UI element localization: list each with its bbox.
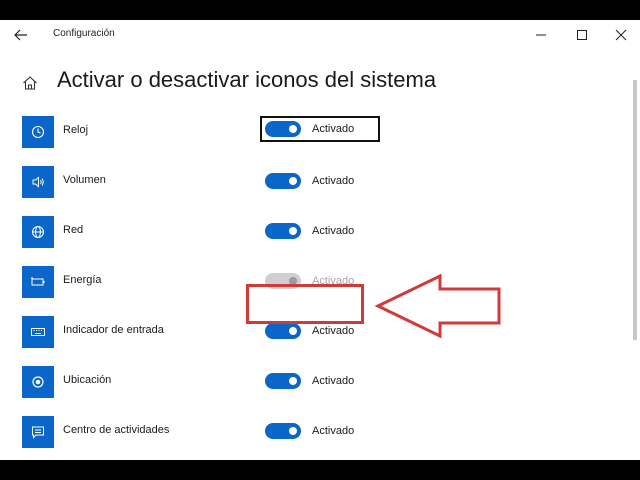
home-icon [23, 76, 37, 90]
icon-tile [22, 216, 54, 248]
minimize-icon [536, 34, 546, 36]
battery-icon [31, 277, 45, 286]
red-arrow-annotation [374, 273, 501, 339]
app-title: Configuración [53, 28, 115, 39]
page-header: Activar o desactivar iconos del sistema [0, 64, 600, 100]
title-bar: Configuración [0, 20, 640, 50]
item-label: Reloj [63, 124, 89, 136]
list-item-reloj: Reloj Activado [0, 116, 600, 150]
icon-tile [22, 366, 54, 398]
red-toggle[interactable]: Activado [262, 219, 380, 243]
item-label: Indicador de entrada [63, 324, 164, 336]
settings-window: Configuración Activar o desactivar icono… [0, 20, 640, 460]
volume-icon [32, 176, 44, 188]
toggle-state-text: Activado [312, 425, 355, 437]
toggle-switch[interactable] [265, 173, 301, 189]
toggle-state-text: Activado [312, 325, 355, 337]
clock-icon [31, 125, 45, 139]
toggle-switch[interactable] [265, 121, 301, 137]
globe-icon [32, 226, 44, 238]
maximize-button[interactable] [569, 25, 595, 45]
scrollbar[interactable] [633, 80, 637, 340]
icon-tile [22, 316, 54, 348]
toggle-state-text: Activado [312, 175, 355, 187]
minimize-button[interactable] [528, 25, 554, 45]
toggle-switch[interactable] [265, 373, 301, 389]
volumen-toggle[interactable]: Activado [262, 169, 380, 193]
reloj-toggle[interactable]: Activado [260, 116, 380, 142]
toggle-switch[interactable] [265, 223, 301, 239]
item-label: Ubicación [63, 374, 112, 386]
maximize-icon [577, 30, 587, 40]
list-item-volumen: Volumen Activado [0, 166, 600, 200]
close-button[interactable] [608, 25, 634, 45]
toggle-state-text: Activado [312, 123, 355, 135]
centro-de-actividades-toggle[interactable]: Activado [262, 419, 380, 443]
item-label: Red [63, 224, 84, 236]
icon-tile [22, 266, 54, 298]
back-button[interactable] [8, 24, 34, 46]
action-center-icon [32, 426, 44, 439]
page-title: Activar o desactivar iconos del sistema [57, 67, 437, 92]
close-icon [615, 29, 627, 41]
home-button[interactable] [18, 72, 42, 94]
toggle-switch[interactable] [265, 323, 301, 339]
list-item-red: Red Activado [0, 216, 600, 250]
highlight-annotation-box [246, 284, 364, 324]
toggle-switch[interactable] [265, 423, 301, 439]
icon-tile [22, 116, 54, 148]
list-item-ubicacion: Ubicación Activado [0, 366, 600, 400]
ubicacion-toggle[interactable]: Activado [262, 369, 380, 393]
item-label: Energía [63, 274, 102, 286]
location-icon [32, 376, 44, 388]
toggle-state-text: Activado [312, 375, 355, 387]
icon-tile [22, 166, 54, 198]
keyboard-icon [31, 328, 45, 336]
item-label: Volumen [63, 174, 106, 186]
list-item-centro-de-actividades: Centro de actividades Activado [0, 416, 600, 450]
icon-tile [22, 416, 54, 448]
item-label: Centro de actividades [63, 424, 170, 436]
toggle-state-text: Activado [312, 225, 355, 237]
back-arrow-icon [14, 29, 27, 41]
